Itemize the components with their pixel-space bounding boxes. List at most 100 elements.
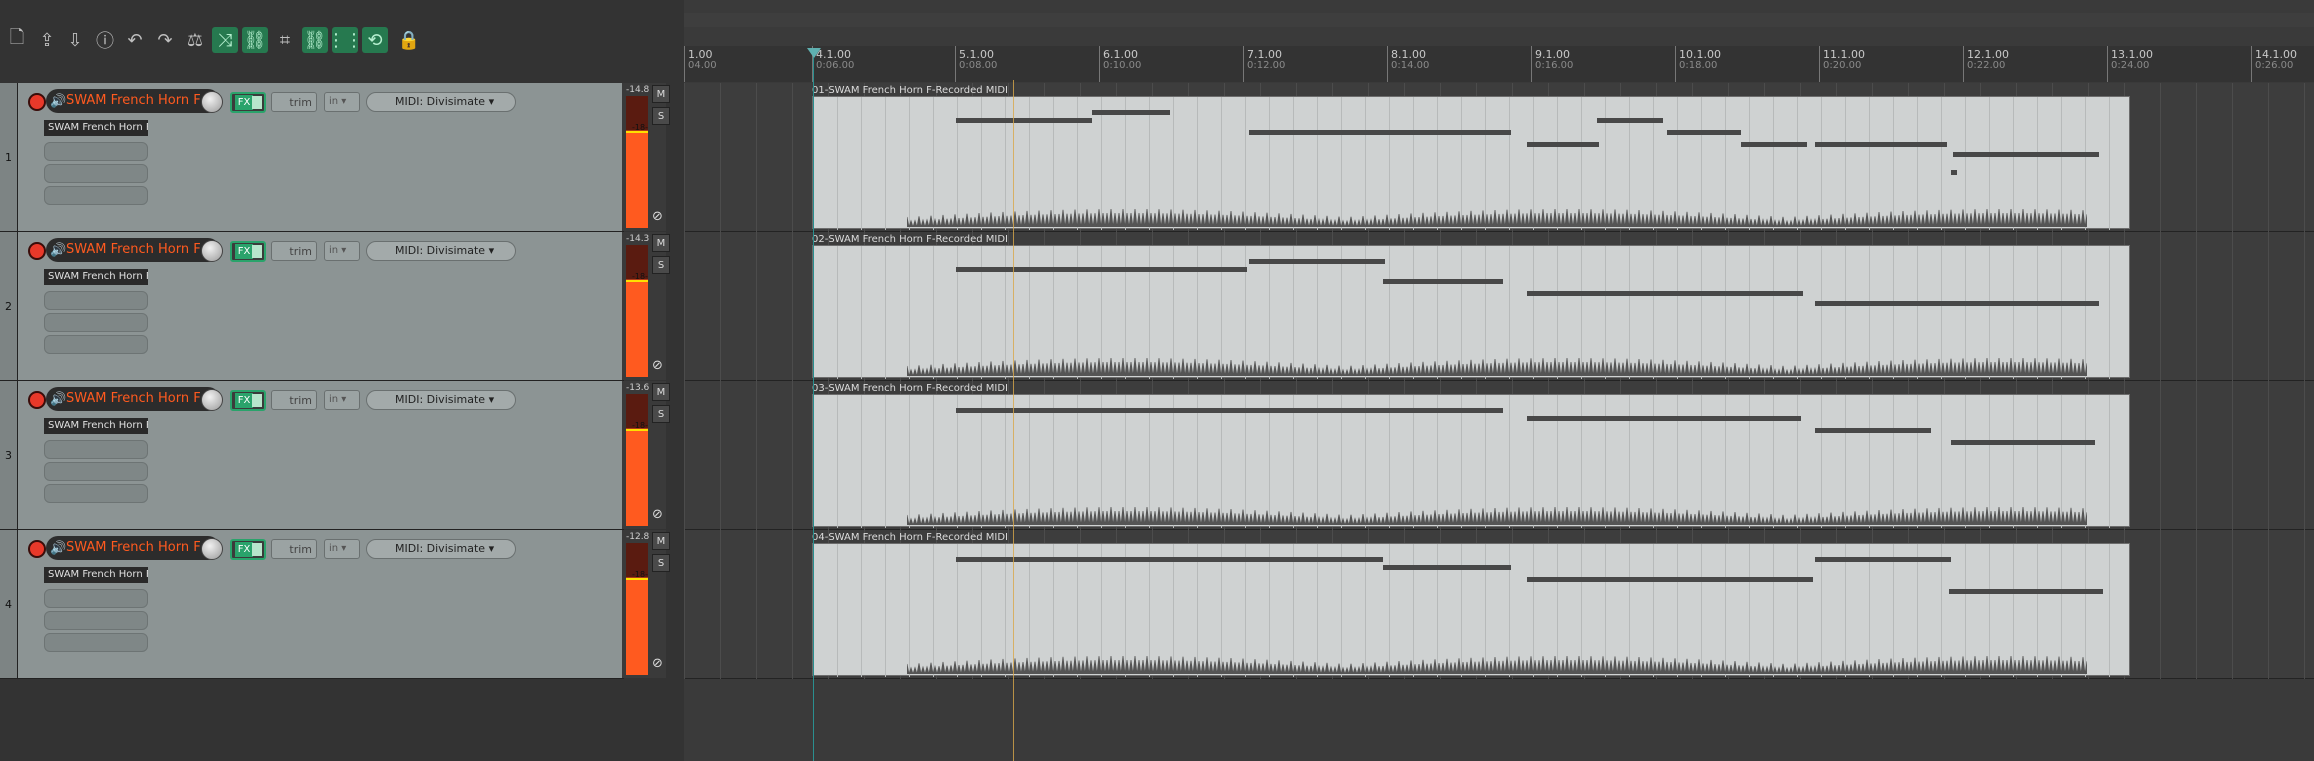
midi-item[interactable] — [812, 245, 2130, 379]
new-project-button[interactable]: 🗋 — [4, 27, 30, 53]
metronome-button[interactable]: ⚖ — [182, 27, 208, 53]
loop-button[interactable]: ⟲ — [362, 27, 388, 53]
midi-note[interactable] — [1815, 142, 1947, 147]
fx-button[interactable]: FX — [230, 241, 266, 262]
mute-button[interactable]: M — [652, 383, 670, 401]
ruler-tick[interactable]: 9.1.00 0:16.00 — [1531, 46, 1573, 82]
midi-item[interactable] — [812, 543, 2130, 677]
horizontal-scrollbar[interactable] — [684, 13, 2314, 27]
midi-note[interactable] — [1527, 291, 1803, 296]
track-name[interactable]: SWAM French Horn F — [66, 242, 201, 257]
midi-note[interactable] — [1815, 428, 1931, 433]
redo-button[interactable]: ↷ — [152, 27, 178, 53]
solo-button[interactable]: S — [652, 256, 670, 274]
speaker-icon[interactable]: 🔊 — [50, 94, 66, 110]
ruler-tick[interactable]: 13.1.00 0:24.00 — [2107, 46, 2153, 82]
track-header-3[interactable]: 3 🔊 SWAM French Horn F FX trim in ▾ MIDI… — [0, 381, 670, 530]
ruler-tick[interactable]: 5.1.00 0:08.00 — [955, 46, 997, 82]
phase-invert-icon[interactable]: ⊘ — [652, 507, 668, 523]
project-info-button[interactable]: ⓘ — [92, 27, 118, 53]
ruler-tick[interactable]: 8.1.00 0:14.00 — [1387, 46, 1429, 82]
midi-note[interactable] — [1815, 557, 1951, 562]
item-grouping-button[interactable]: ⛓ — [242, 27, 268, 53]
play-cursor[interactable] — [807, 48, 821, 761]
record-arm-button[interactable] — [28, 540, 46, 558]
timeline-ruler[interactable]: 1.00 04.00 4.1.00 0:06.00 5.1.00 0:08.00 6.1.0… — [684, 46, 2314, 82]
fx-slot-empty[interactable] — [44, 291, 148, 310]
phase-invert-icon[interactable]: ⊘ — [652, 656, 668, 672]
fx-slot-empty[interactable] — [44, 142, 148, 161]
speaker-icon[interactable]: 🔊 — [50, 243, 66, 259]
fx-bypass-toggle[interactable] — [252, 96, 262, 109]
fx-slot-empty[interactable] — [44, 611, 148, 630]
midi-note[interactable] — [1951, 170, 1957, 175]
track-lane-4[interactable]: 04-SWAM French Horn F-Recorded MIDI — [684, 530, 2314, 679]
fx-slot-empty[interactable] — [44, 589, 148, 608]
volume-knob[interactable] — [201, 538, 223, 560]
envelope-points-move-button[interactable]: ⛓ — [302, 27, 328, 53]
midi-note[interactable] — [956, 267, 1247, 272]
track-header-1[interactable]: 1 🔊 SWAM French Horn F FX trim in ▾ MIDI… — [0, 83, 670, 232]
fx-bypass-toggle[interactable] — [252, 543, 262, 556]
volume-knob[interactable] — [201, 91, 223, 113]
midi-note[interactable] — [1249, 259, 1385, 264]
input-button[interactable]: in ▾ — [324, 539, 360, 559]
track-lane-1[interactable]: 01-SWAM French Horn F-Recorded MIDI — [684, 83, 2314, 232]
midi-note[interactable] — [1815, 301, 2099, 306]
fx-bypass-toggle[interactable] — [252, 245, 262, 258]
track-number[interactable]: 3 — [0, 381, 18, 529]
midi-item[interactable] — [812, 394, 2130, 528]
speaker-icon[interactable]: 🔊 — [50, 392, 66, 408]
track-panel[interactable]: 🔊 SWAM French Horn F FX trim in ▾ MIDI: … — [18, 381, 670, 529]
trim-button[interactable]: trim — [271, 92, 317, 112]
ripple-edit-button[interactable]: ⤨ — [212, 27, 238, 53]
fx-slot-empty[interactable] — [44, 313, 148, 332]
volume-knob[interactable] — [201, 389, 223, 411]
midi-note[interactable] — [1953, 152, 2099, 157]
mute-button[interactable]: M — [652, 532, 670, 550]
midi-note[interactable] — [956, 408, 1503, 413]
track-name[interactable]: SWAM French Horn F — [66, 93, 201, 108]
track-header-4[interactable]: 4 🔊 SWAM French Horn F FX trim in ▾ MIDI… — [0, 530, 670, 679]
midi-note[interactable] — [1667, 130, 1741, 135]
input-button[interactable]: in ▾ — [324, 390, 360, 410]
midi-item-title[interactable]: 04-SWAM French Horn F-Recorded MIDI — [812, 532, 1008, 543]
midi-note[interactable] — [956, 557, 1383, 562]
fx-chain-slot[interactable]: SWAM French Horn F — [44, 269, 148, 285]
midi-input-select[interactable]: MIDI: Divisimate ▾ — [366, 241, 516, 261]
trim-button[interactable]: trim — [271, 390, 317, 410]
midi-item[interactable] — [812, 96, 2130, 230]
midi-note[interactable] — [1949, 589, 2103, 594]
fx-slot-empty[interactable] — [44, 186, 148, 205]
ruler-tick[interactable]: 14.1.00 0:26.00 — [2251, 46, 2297, 82]
track-name[interactable]: SWAM French Horn F — [66, 391, 201, 406]
tcp-empty-area[interactable] — [0, 681, 684, 761]
track-name[interactable]: SWAM French Horn F — [66, 540, 201, 555]
fx-slot-empty[interactable] — [44, 440, 148, 459]
track-lane-2[interactable]: 02-SWAM French Horn F-Recorded MIDI — [684, 232, 2314, 381]
volume-knob[interactable] — [201, 240, 223, 262]
track-panel[interactable]: 🔊 SWAM French Horn F FX trim in ▾ MIDI: … — [18, 530, 670, 678]
fx-button[interactable]: FX — [230, 539, 266, 560]
ruler-tick[interactable]: 10.1.00 0:18.00 — [1675, 46, 1721, 82]
lock-button[interactable]: 🔒 — [396, 27, 422, 53]
arrange-view[interactable]: 1.00 04.00 4.1.00 0:06.00 5.1.00 0:08.00 6.1.0… — [684, 0, 2314, 761]
midi-note[interactable] — [1527, 142, 1599, 147]
fx-button[interactable]: FX — [230, 92, 266, 113]
snap-grid-button[interactable]: ⋮⋮ — [327, 27, 363, 53]
ruler-tick[interactable]: 12.1.00 0:22.00 — [1963, 46, 2009, 82]
save-project-button[interactable]: ⇩ — [62, 27, 88, 53]
midi-note[interactable] — [956, 118, 1092, 123]
fx-slot-empty[interactable] — [44, 164, 148, 183]
trim-button[interactable]: trim — [271, 539, 317, 559]
mute-button[interactable]: M — [652, 234, 670, 252]
grid-button[interactable]: ⌗ — [272, 27, 298, 53]
phase-invert-icon[interactable]: ⊘ — [652, 358, 668, 374]
input-button[interactable]: in ▾ — [324, 92, 360, 112]
fx-chain-slot[interactable]: SWAM French Horn F — [44, 567, 148, 583]
ruler-tick[interactable]: 11.1.00 0:20.00 — [1819, 46, 1865, 82]
midi-note[interactable] — [1741, 142, 1807, 147]
midi-input-select[interactable]: MIDI: Divisimate ▾ — [366, 92, 516, 112]
midi-item-title[interactable]: 02-SWAM French Horn F-Recorded MIDI — [812, 234, 1008, 245]
track-panel[interactable]: 🔊 SWAM French Horn F FX trim in ▾ MIDI: … — [18, 83, 670, 231]
